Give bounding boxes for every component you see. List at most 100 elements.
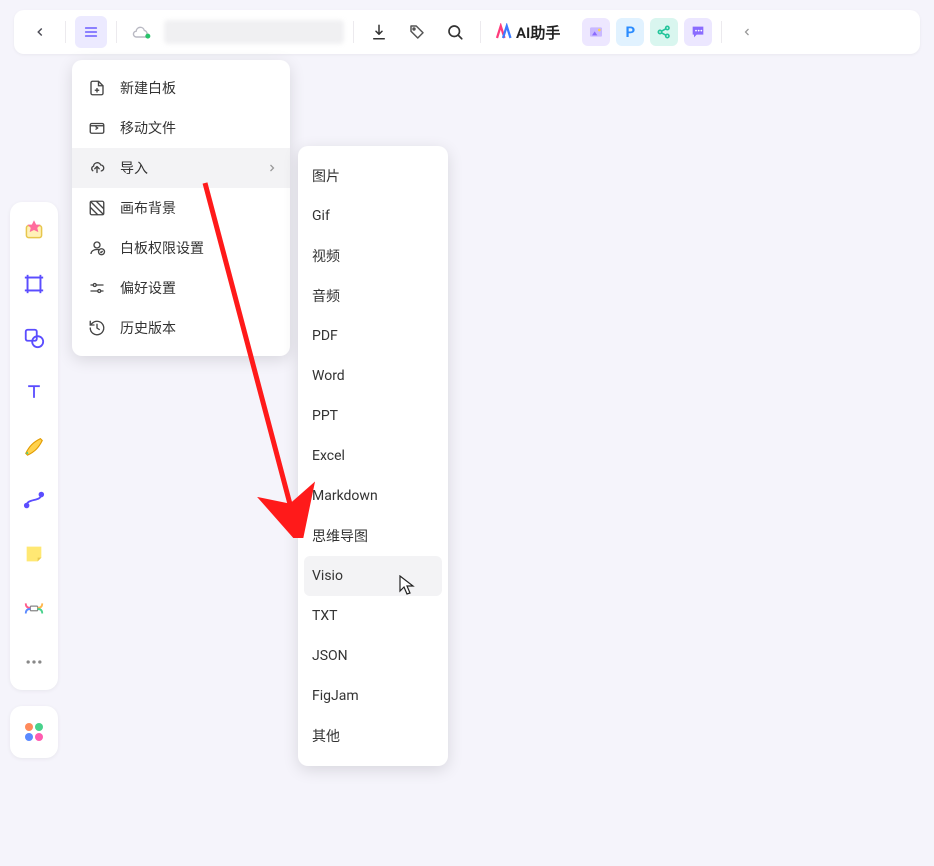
search-icon xyxy=(446,23,464,41)
apps-grid-icon xyxy=(22,720,46,744)
image-sparkle-icon xyxy=(588,24,604,40)
new-file-icon xyxy=(88,79,106,97)
submenu-label: 图片 xyxy=(312,166,340,186)
mindmap-icon xyxy=(23,597,45,619)
submenu-item-figjam[interactable]: FigJam xyxy=(298,676,448,716)
collapse-right-button[interactable] xyxy=(731,16,763,48)
submenu-label: Visio xyxy=(312,568,343,584)
tool-text[interactable] xyxy=(16,374,52,410)
shape-icon xyxy=(23,327,45,349)
submenu-label: Markdown xyxy=(312,488,378,504)
quick-p-button[interactable]: P xyxy=(616,18,644,46)
menu-item-import[interactable]: 导入 xyxy=(72,148,290,188)
submenu-item-word[interactable]: Word xyxy=(298,356,448,396)
quick-chat-button[interactable] xyxy=(684,18,712,46)
menu-item-move-file[interactable]: 移动文件 xyxy=(72,108,290,148)
submenu-item-image[interactable]: 图片 xyxy=(298,156,448,196)
submenu-label: 视频 xyxy=(312,246,340,266)
submenu-label: 思维导图 xyxy=(312,526,368,546)
tool-select[interactable] xyxy=(16,212,52,248)
submenu-item-pdf[interactable]: PDF xyxy=(298,316,448,356)
apps-button[interactable] xyxy=(16,714,52,750)
chat-icon xyxy=(690,24,706,40)
document-title-area[interactable] xyxy=(164,20,344,44)
menu-item-new-board[interactable]: 新建白板 xyxy=(72,68,290,108)
submenu-item-markdown[interactable]: Markdown xyxy=(298,476,448,516)
submenu-label: JSON xyxy=(312,648,348,664)
tool-shape[interactable] xyxy=(16,320,52,356)
search-button[interactable] xyxy=(439,16,471,48)
submenu-label: TXT xyxy=(312,608,337,624)
ai-logo-icon xyxy=(494,23,512,41)
back-button[interactable] xyxy=(24,16,56,48)
divider xyxy=(353,21,354,43)
submenu-label: 音频 xyxy=(312,286,340,306)
submenu-item-txt[interactable]: TXT xyxy=(298,596,448,636)
menu-label: 新建白板 xyxy=(120,78,176,98)
submenu-label: PPT xyxy=(312,408,338,424)
divider xyxy=(721,21,722,43)
submenu-label: Excel xyxy=(312,448,345,464)
menu-label: 历史版本 xyxy=(120,318,176,338)
menu-label: 偏好设置 xyxy=(120,278,176,298)
share-nodes-icon xyxy=(656,24,672,40)
tool-more[interactable] xyxy=(16,644,52,680)
menu-item-canvas-background[interactable]: 画布背景 xyxy=(72,188,290,228)
divider xyxy=(116,21,117,43)
document-title-blurred xyxy=(164,20,344,44)
tool-mindmap[interactable] xyxy=(16,590,52,626)
permission-icon xyxy=(88,239,106,257)
quick-share-button[interactable] xyxy=(650,18,678,46)
hamburger-menu-button[interactable] xyxy=(75,16,107,48)
quick-gallery-button[interactable] xyxy=(582,18,610,46)
import-submenu: 图片 Gif 视频 音频 PDF Word PPT Excel Markdown… xyxy=(298,146,448,766)
download-button[interactable] xyxy=(363,16,395,48)
submenu-item-visio[interactable]: Visio xyxy=(304,556,442,596)
menu-item-history[interactable]: 历史版本 xyxy=(72,308,290,348)
frame-icon xyxy=(23,273,45,295)
sticky-note-icon xyxy=(23,543,45,565)
sliders-icon xyxy=(88,279,106,297)
submenu-item-mindmap[interactable]: 思维导图 xyxy=(298,516,448,556)
import-cloud-icon xyxy=(88,159,106,177)
submenu-item-other[interactable]: 其他 xyxy=(298,716,448,756)
cloud-sync-button[interactable] xyxy=(126,16,158,48)
submenu-item-json[interactable]: JSON xyxy=(298,636,448,676)
move-file-icon xyxy=(88,119,106,137)
tool-pen[interactable] xyxy=(16,428,52,464)
pen-icon xyxy=(23,435,45,457)
tag-icon xyxy=(408,23,426,41)
submenu-label: Gif xyxy=(312,208,330,224)
divider xyxy=(65,21,66,43)
chevron-right-icon xyxy=(266,162,278,174)
background-icon xyxy=(88,199,106,217)
menu-item-permissions[interactable]: 白板权限设置 xyxy=(72,228,290,268)
tool-sticky[interactable] xyxy=(16,536,52,572)
submenu-item-excel[interactable]: Excel xyxy=(298,436,448,476)
tool-frame[interactable] xyxy=(16,266,52,302)
chevron-left-small-icon xyxy=(741,26,753,38)
ai-assistant-label: AI助手 xyxy=(516,22,560,43)
tag-button[interactable] xyxy=(401,16,433,48)
submenu-label: PDF xyxy=(312,328,338,344)
submenu-label: Word xyxy=(312,368,345,384)
menu-label: 画布背景 xyxy=(120,198,176,218)
select-star-icon xyxy=(21,217,47,243)
menu-label: 白板权限设置 xyxy=(120,238,204,258)
chevron-left-icon xyxy=(33,25,47,39)
more-dots-icon xyxy=(24,652,44,672)
submenu-item-video[interactable]: 视频 xyxy=(298,236,448,276)
submenu-label: FigJam xyxy=(312,688,359,704)
menu-icon xyxy=(83,24,99,40)
menu-item-preferences[interactable]: 偏好设置 xyxy=(72,268,290,308)
submenu-item-gif[interactable]: Gif xyxy=(298,196,448,236)
menu-label: 导入 xyxy=(120,158,148,178)
ai-assistant-button[interactable]: AI助手 xyxy=(494,22,560,43)
submenu-item-audio[interactable]: 音频 xyxy=(298,276,448,316)
tool-connector[interactable] xyxy=(16,482,52,518)
main-dropdown-menu: 新建白板 移动文件 导入 画布背景 白板权限设置 偏好设置 历史版本 xyxy=(72,60,290,356)
history-icon xyxy=(88,319,106,337)
p-letter: P xyxy=(625,23,635,41)
text-icon xyxy=(24,382,44,402)
submenu-item-ppt[interactable]: PPT xyxy=(298,396,448,436)
